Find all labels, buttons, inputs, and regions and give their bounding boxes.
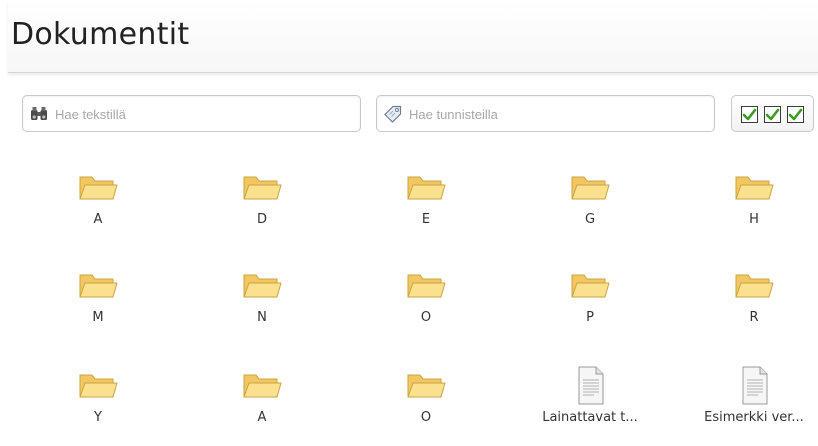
folder-item[interactable]: Ö [351, 366, 501, 446]
folder-icon [407, 374, 446, 398]
item-label: P [586, 310, 594, 325]
folder-icon [243, 374, 282, 398]
folder-icon [79, 374, 118, 398]
item-label: H [749, 212, 759, 227]
folder-icon [79, 176, 118, 200]
document-icon [742, 366, 768, 405]
folder-item[interactable]: G [515, 168, 665, 248]
checkbox-checked-icon [787, 106, 804, 123]
folder-item[interactable]: H [679, 168, 818, 248]
folder-item[interactable]: D [187, 168, 337, 248]
tag-search-box[interactable] [376, 95, 715, 132]
document-icon [578, 366, 604, 405]
folder-icon [735, 274, 774, 298]
folder-icon [571, 176, 610, 200]
folder-item[interactable]: N [187, 266, 337, 346]
item-label: O [420, 310, 432, 325]
binoculars-icon [31, 107, 47, 120]
item-label: N [257, 310, 267, 325]
text-search-input[interactable] [55, 102, 352, 126]
select-all-button[interactable] [731, 95, 814, 132]
folder-icon [735, 176, 774, 200]
folder-icon [243, 274, 282, 298]
folder-icon [407, 176, 446, 200]
checkbox-checked-icon [764, 106, 781, 123]
folder-item[interactable]: M [23, 266, 173, 346]
tag-search-input[interactable] [409, 102, 706, 126]
item-label: R [749, 310, 759, 325]
folder-item[interactable]: A [23, 168, 173, 248]
folder-item[interactable]: O [351, 266, 501, 346]
item-label: D [256, 212, 267, 227]
document-item[interactable]: Esimerkki ver... [679, 366, 818, 446]
folder-item[interactable]: Ä [187, 366, 337, 446]
item-label: Lainattavat t... [542, 410, 638, 425]
item-label: Esimerkki ver... [704, 410, 804, 425]
item-label: Ö [420, 410, 432, 425]
checkbox-checked-icon [741, 106, 758, 123]
item-label: Y [94, 410, 102, 425]
folder-item[interactable]: E [351, 168, 501, 248]
item-label: Ä [257, 410, 267, 425]
page-header: Dokumentit [8, 0, 818, 73]
folder-item[interactable]: Y [23, 366, 173, 446]
item-label: G [584, 212, 596, 227]
item-label: E [421, 212, 431, 227]
folder-icon [407, 274, 446, 298]
folder-item[interactable]: P [515, 266, 665, 346]
item-label: A [93, 212, 103, 227]
item-label: M [92, 310, 104, 325]
document-item[interactable]: Lainattavat t... [515, 366, 665, 446]
text-search-box[interactable] [22, 95, 361, 132]
page-title: Dokumentit [11, 17, 190, 52]
folder-item[interactable]: R [679, 266, 818, 346]
folder-icon [79, 274, 118, 298]
folder-icon [243, 176, 282, 200]
folder-icon [571, 274, 610, 298]
tag-icon [384, 105, 402, 123]
